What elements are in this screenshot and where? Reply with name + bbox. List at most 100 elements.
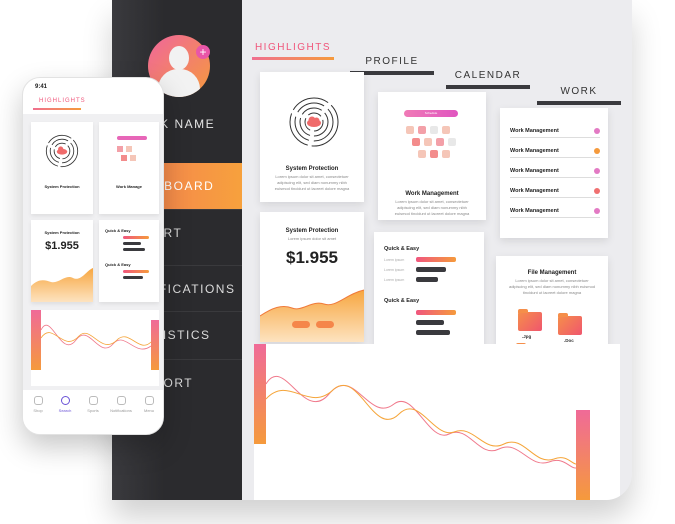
progress-bar — [123, 242, 141, 245]
card-description: Lorem ipsum dolor sit amet, consectetuer… — [394, 199, 470, 216]
heart-icon — [88, 396, 98, 405]
tab-label: WORK — [560, 86, 598, 97]
search-icon — [60, 396, 70, 405]
card-subtitle: Lorem ipsum dolor sit amet — [287, 236, 337, 241]
calendar-day — [436, 138, 444, 146]
tab-label: PROFILE — [365, 56, 419, 67]
progress-bar — [123, 236, 149, 239]
nav-label: Notifications — [110, 408, 132, 413]
card-system-protection[interactable]: System Protection Lorem ipsum dolor sit … — [260, 72, 364, 202]
wave-chart-panel — [254, 344, 620, 500]
status-dot-icon — [594, 148, 600, 154]
list-item-label: Work Management — [510, 188, 559, 194]
tab-label: HIGHLIGHTS — [254, 42, 332, 53]
progress-bar — [123, 248, 145, 251]
progress-bar — [416, 277, 438, 282]
bottom-navigation: Shop Search Sports Notifications Menu — [23, 390, 163, 434]
card-title: File Management — [527, 270, 577, 276]
nav-shop[interactable]: Shop — [25, 396, 51, 413]
calendar-header: Schedule — [404, 110, 458, 117]
card-title: Quick & Easy — [105, 262, 131, 267]
nav-label: Search — [58, 408, 72, 413]
status-dot-icon — [594, 188, 600, 194]
calendar-day — [442, 126, 450, 134]
calendar-day — [117, 146, 123, 152]
list-item[interactable]: Work Management — [510, 128, 600, 138]
chart-button[interactable] — [316, 321, 334, 328]
phone-content: System Protection Work Manage System Pro… — [23, 114, 163, 390]
bar-label: Lorem ipsum — [384, 278, 405, 282]
card-title: System Protection — [44, 184, 80, 189]
list-item-label: Work Management — [510, 208, 559, 214]
tab-label: CALENDAR — [454, 70, 522, 81]
list-item-label: Work Management — [510, 148, 559, 154]
calendar-day — [412, 138, 420, 146]
calendar-day — [130, 155, 136, 161]
calendar-header — [117, 136, 147, 140]
card-title: System Protection — [285, 228, 339, 234]
progress-bar — [416, 257, 456, 262]
nav-sports[interactable]: Sports — [80, 396, 106, 413]
calendar-day — [126, 146, 132, 152]
card-price[interactable]: System Protection Lorem ipsum dolor sit … — [260, 212, 364, 342]
nav-label: Shop — [33, 408, 43, 413]
card-description: Lorem ipsum dolor sit amet, consectetuer… — [508, 278, 596, 295]
price-value: $1.955 — [45, 240, 79, 252]
card-quick-easy[interactable]: Quick & Easy Quick & Easy — [99, 220, 159, 302]
add-photo-icon[interactable]: + — [196, 45, 210, 59]
card-price[interactable]: System Protection $1.955 — [31, 220, 93, 302]
card-system-protection[interactable]: System Protection — [31, 122, 93, 214]
status-dot-icon — [594, 128, 600, 134]
card-work-management[interactable]: Schedule Work Management Lorem ipsum dol… — [378, 92, 486, 220]
avatar-body-shape — [158, 69, 200, 97]
nav-notifications[interactable]: Notifications — [108, 396, 134, 413]
calendar-day — [406, 126, 414, 134]
nav-label: Menu — [143, 408, 154, 413]
progress-bar — [416, 330, 450, 335]
card-title: Quick & Easy — [105, 228, 131, 233]
nav-menu[interactable]: Menu — [136, 396, 162, 413]
list-item[interactable]: Work Management — [510, 148, 600, 158]
home-icon — [33, 396, 43, 405]
calendar-day — [448, 138, 456, 146]
tab-highlights[interactable]: HIGHLIGHTS — [252, 42, 334, 60]
maze-shield-icon — [45, 134, 79, 168]
tab-indicator — [537, 101, 621, 105]
card-work-list[interactable]: Work Management Work Management Work Man… — [500, 108, 608, 238]
calendar-day — [430, 150, 438, 158]
calendar-day — [430, 126, 438, 134]
list-item-label: Work Management — [510, 128, 559, 134]
tab-indicator — [33, 108, 81, 110]
tab-calendar[interactable]: CALENDAR — [446, 70, 530, 89]
bar-label: Lorem ipsum — [384, 268, 405, 272]
list-item[interactable]: Work Management — [510, 168, 600, 178]
area-chart — [260, 289, 364, 342]
wave-chart — [254, 344, 590, 500]
nav-search[interactable]: Search — [52, 396, 78, 413]
phone-dashboard: 9:41 HIGHLIGHTS System Protection Work M… — [22, 77, 164, 435]
card-quick-easy[interactable]: Quick & Easy Lorem ipsum Lorem ipsum Lor… — [374, 232, 484, 354]
calendar-day — [418, 126, 426, 134]
avatar-head-shape — [169, 46, 189, 70]
wave-chart-panel — [31, 310, 159, 386]
list-item[interactable]: Work Management — [510, 208, 600, 218]
progress-bar — [416, 267, 446, 272]
tablet-dashboard: + CK NAME HBOARD ART IFICATIONS TISTICS … — [112, 0, 632, 500]
tab-highlights[interactable]: HIGHLIGHTS — [39, 98, 86, 104]
menu-icon — [144, 396, 154, 405]
bar-label: Lorem ipsum — [384, 258, 405, 262]
card-work-management[interactable]: Work Manage — [99, 122, 159, 214]
tab-indicator — [446, 85, 530, 89]
chart-button[interactable] — [292, 321, 310, 328]
card-title: Quick & Easy — [384, 246, 420, 252]
folder-icon[interactable] — [558, 313, 582, 335]
list-item-label: Work Management — [510, 168, 559, 174]
tab-work[interactable]: WORK — [537, 86, 621, 105]
folder-label: .Doc — [564, 338, 574, 343]
wave-chart — [31, 310, 159, 370]
list-item[interactable]: Work Management — [510, 188, 600, 198]
card-title: Work Manage — [116, 184, 142, 189]
folder-icon[interactable] — [518, 309, 542, 331]
calendar-day — [418, 150, 426, 158]
progress-bar — [416, 310, 456, 315]
